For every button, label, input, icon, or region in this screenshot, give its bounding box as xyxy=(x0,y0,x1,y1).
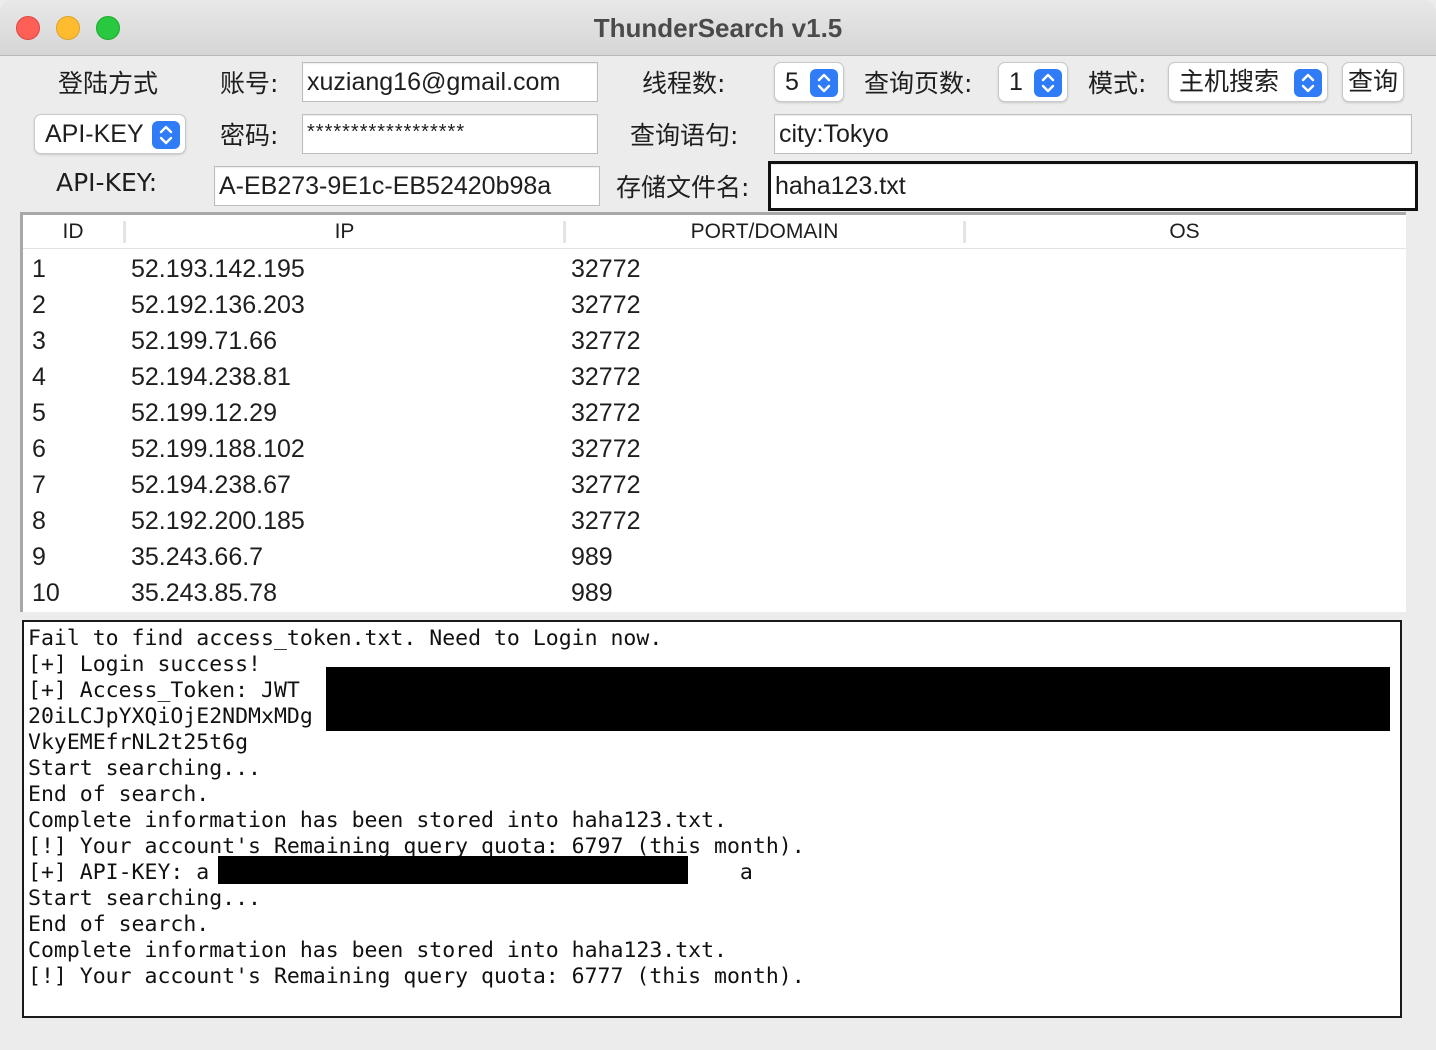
up-down-chevron-icon xyxy=(810,69,838,97)
account-label: 账号: xyxy=(220,69,279,98)
pages-select[interactable]: 1 xyxy=(998,62,1068,102)
cell-id: 6 xyxy=(32,435,46,463)
login-method-value: API-KEY xyxy=(45,120,144,148)
cell-id: 10 xyxy=(32,579,60,607)
cell-port: 32772 xyxy=(571,507,641,535)
login-method-select[interactable]: API-KEY xyxy=(34,114,186,154)
mode-select[interactable]: 主机搜索 xyxy=(1168,62,1328,102)
table-row[interactable]: 2 52.192.136.203 32772 xyxy=(23,287,1406,323)
results-table: ID IP PORT/DOMAIN OS 1 52.193.142.195 32… xyxy=(20,212,1406,612)
column-header-port[interactable]: PORT/DOMAIN xyxy=(566,215,963,249)
log-line: End of search. xyxy=(28,912,210,937)
table-row[interactable]: 4 52.194.238.81 32772 xyxy=(23,359,1406,395)
login-method-label: 登陆方式 xyxy=(58,69,159,98)
log-line: Start searching... xyxy=(28,886,261,911)
window-title: ThunderSearch v1.5 xyxy=(593,13,843,43)
cell-port: 32772 xyxy=(571,363,641,391)
password-input[interactable]: ****************** xyxy=(302,114,598,154)
cell-port: 32772 xyxy=(571,255,641,283)
table-row[interactable]: 3 52.199.71.66 32772 xyxy=(23,323,1406,359)
app-window: ThunderSearch v1.5 登陆方式 账号: xuziang16@gm… xyxy=(0,0,1436,1050)
log-line: Start searching... xyxy=(28,756,261,781)
pages-label: 查询页数: xyxy=(864,69,973,98)
redaction-box xyxy=(218,856,688,884)
table-row[interactable]: 5 52.199.12.29 32772 xyxy=(23,395,1406,431)
password-label: 密码: xyxy=(220,121,279,150)
account-input[interactable]: xuziang16@gmail.com xyxy=(302,62,598,102)
cell-ip: 52.192.136.203 xyxy=(131,291,305,319)
pages-select-value: 1 xyxy=(1009,68,1023,96)
table-row[interactable]: 8 52.192.200.185 32772 xyxy=(23,503,1406,539)
table-row[interactable]: 6 52.199.188.102 32772 xyxy=(23,431,1406,467)
cell-ip: 35.243.85.78 xyxy=(131,579,277,607)
apikey-input[interactable]: A-EB273-9E1c-EB52420b98a xyxy=(214,166,600,206)
threads-select[interactable]: 5 xyxy=(774,62,844,102)
title-bar: ThunderSearch v1.5 xyxy=(0,0,1436,56)
up-down-chevron-icon xyxy=(1294,69,1322,97)
cell-ip: 52.199.71.66 xyxy=(131,327,277,355)
cell-id: 4 xyxy=(32,363,46,391)
table-row[interactable]: 10 35.243.85.78 989 xyxy=(23,575,1406,611)
mode-label: 模式: xyxy=(1088,69,1147,98)
cell-ip: 52.194.238.67 xyxy=(131,471,291,499)
log-line: Fail to find access_token.txt. Need to L… xyxy=(28,626,663,651)
query-statement-input[interactable]: city:Tokyo xyxy=(774,114,1412,154)
filename-label: 存储文件名: xyxy=(616,173,750,202)
cell-ip: 35.243.66.7 xyxy=(131,543,264,571)
log-line: End of search. xyxy=(28,782,210,807)
query-statement-label: 查询语句: xyxy=(630,121,739,150)
log-output[interactable]: Fail to find access_token.txt. Need to L… xyxy=(22,620,1402,1018)
cell-id: 9 xyxy=(32,543,46,571)
mode-select-value: 主机搜索 xyxy=(1179,68,1280,96)
cell-port: 32772 xyxy=(571,399,641,427)
table-row[interactable]: 9 35.243.66.7 989 xyxy=(23,539,1406,575)
cell-id: 2 xyxy=(32,291,46,319)
threads-select-value: 5 xyxy=(785,68,799,96)
cell-id: 1 xyxy=(32,255,46,283)
cell-port: 32772 xyxy=(571,435,641,463)
table-row[interactable]: 7 52.194.238.67 32772 xyxy=(23,467,1406,503)
redaction-box xyxy=(326,667,1390,731)
log-line: Complete information has been stored int… xyxy=(28,808,727,833)
column-header-os[interactable]: OS xyxy=(966,215,1403,249)
cell-port: 32772 xyxy=(571,291,641,319)
up-down-chevron-icon xyxy=(1034,69,1062,97)
column-header-id[interactable]: ID xyxy=(23,215,123,249)
table-header: ID IP PORT/DOMAIN OS xyxy=(23,215,1406,249)
cell-ip: 52.192.200.185 xyxy=(131,507,305,535)
cell-ip: 52.194.238.81 xyxy=(131,363,291,391)
cell-port: 32772 xyxy=(571,471,641,499)
cell-ip: 52.193.142.195 xyxy=(131,255,305,283)
cell-port: 32772 xyxy=(571,327,641,355)
log-line: Complete information has been stored int… xyxy=(28,938,727,963)
cell-ip: 52.199.188.102 xyxy=(131,435,305,463)
cell-id: 3 xyxy=(32,327,46,355)
cell-id: 7 xyxy=(32,471,46,499)
cell-ip: 52.199.12.29 xyxy=(131,399,277,427)
filename-input[interactable]: haha123.txt xyxy=(768,161,1418,211)
apikey-label: API-KEY: xyxy=(56,168,158,197)
cell-port: 989 xyxy=(571,579,613,607)
query-button[interactable]: 查询 xyxy=(1342,62,1404,102)
column-header-ip[interactable]: IP xyxy=(126,215,563,249)
log-line: VkyEMEfrNL2t25t6g xyxy=(28,730,249,755)
cell-port: 989 xyxy=(571,543,613,571)
cell-id: 5 xyxy=(32,399,46,427)
table-row[interactable]: 1 52.193.142.195 32772 xyxy=(23,251,1406,287)
threads-label: 线程数: xyxy=(642,69,726,98)
log-line: [!] Your account's Remaining query quota… xyxy=(28,964,805,989)
cell-id: 8 xyxy=(32,507,46,535)
up-down-chevron-icon xyxy=(152,121,180,149)
